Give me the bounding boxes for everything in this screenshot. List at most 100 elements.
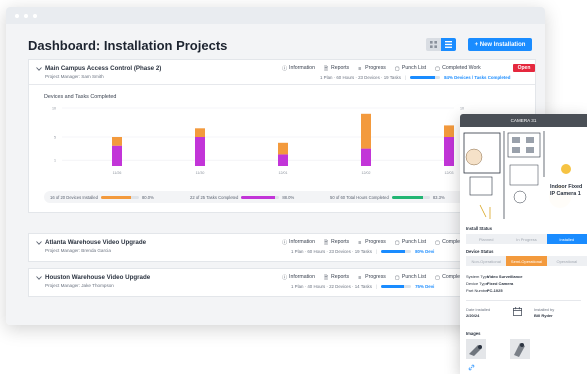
system-type-value: Video Surveillance	[487, 274, 523, 279]
panel-divider	[466, 300, 581, 301]
progress-link[interactable]: ≡ Progress	[358, 274, 386, 281]
stat-label: 16 of 20 Devices Installed	[50, 194, 98, 200]
progress-label: Progress	[365, 65, 386, 71]
y-tick-label: 10	[52, 107, 56, 111]
page-title: Dashboard: Installation Projects	[28, 38, 228, 53]
stat-fill	[241, 195, 275, 199]
status-badge[interactable]: Open	[513, 64, 535, 72]
x-tick-label: 12/03	[445, 171, 454, 175]
part-number-label: Part Number	[466, 288, 489, 293]
project-progress-bar	[410, 76, 441, 79]
grid-icon	[430, 41, 437, 48]
stat-percent: 83.3%	[432, 194, 445, 200]
chart-bar	[195, 137, 205, 166]
information-label: Information	[289, 239, 315, 245]
project-progress-fill	[381, 285, 404, 288]
date-installed-label: Date installed	[466, 307, 491, 312]
stat-percent: 80.0%	[141, 194, 154, 200]
chart-bar	[112, 145, 122, 166]
project-meta: 1 Plan · 40 Hours · 22 Devices · 14 Task…	[291, 284, 434, 289]
stat-fill	[100, 195, 132, 199]
link-icon[interactable]	[468, 364, 475, 371]
date-installed-value: 2/20/24	[466, 313, 480, 318]
completed-work-label: Complet	[442, 274, 462, 280]
reports-link[interactable]: 🗎 Reports	[323, 274, 350, 281]
clipboard-icon: ▢	[394, 275, 400, 281]
reports-label: Reports	[330, 274, 350, 280]
stats-row: 16 of 20 Devices Installed 80.0% 22 of 2…	[44, 191, 470, 203]
chart-bar	[444, 125, 454, 137]
project-name[interactable]: Atlanta Warehouse Video Upgrade	[45, 239, 146, 246]
chart-bar	[195, 128, 205, 137]
project-name[interactable]: Houston Warehouse Video Upgrade	[45, 274, 150, 281]
calendar-icon[interactable]	[513, 307, 522, 316]
info-icon: ⓘ	[282, 66, 288, 72]
grid-view-button[interactable]	[426, 38, 441, 51]
list-view-button[interactable]	[441, 38, 456, 51]
chevron-down-icon[interactable]	[36, 240, 42, 246]
project-meta: 1 Plan · 60 Hours · 23 Devices · 19 Task…	[320, 75, 510, 80]
window-dot[interactable]	[24, 13, 28, 18]
progress-label: Progress	[365, 239, 386, 245]
camera-photo-thumbnail[interactable]	[510, 339, 530, 359]
stat-label: 50 of 60 Total Hours Completed	[330, 194, 389, 200]
punch-list-label: Punch List	[401, 239, 427, 245]
clipboard-check-icon: ▢	[435, 275, 441, 281]
punch-list-link[interactable]: ▢ Punch List	[394, 274, 427, 281]
information-link[interactable]: ⓘ Information	[282, 239, 315, 246]
document-icon: 🗎	[323, 275, 329, 281]
project-links: ⓘ Information 🗎 Reports ≡ Progress ▢ Punch L…	[282, 274, 462, 281]
card-divider	[29, 84, 535, 85]
map-device-label-2: IP Camera 1	[550, 191, 581, 197]
completed-work-link[interactable]: ▢ Complet	[435, 239, 461, 246]
device-type-label: Device Type	[466, 281, 488, 286]
part-number-value: FC-1025	[487, 288, 503, 293]
chevron-down-icon[interactable]	[36, 275, 42, 281]
status-option-planned[interactable]: Planned	[466, 234, 507, 244]
reports-label: Reports	[330, 239, 350, 245]
status-option-in-progress[interactable]: In Progress	[506, 234, 547, 244]
punch-list-link[interactable]: ▢ Punch List	[395, 65, 426, 72]
device-option-semi-operational[interactable]: Semi-Operational	[506, 256, 547, 266]
information-label: Information	[289, 274, 315, 280]
device-status-label: Device Status	[466, 249, 494, 254]
part-number-row: Part NumberFC-1025	[466, 288, 503, 293]
progress-link[interactable]: ≡ Progress	[358, 239, 386, 246]
camera-photo-thumbnail[interactable]	[466, 339, 486, 359]
punch-list-label: Punch List	[401, 274, 427, 280]
chevron-down-icon[interactable]	[36, 66, 42, 72]
progress-link[interactable]: ≡ Progress	[358, 65, 386, 72]
project-name[interactable]: Main Campus Access Control (Phase 2)	[45, 65, 161, 72]
progress-label: Progress	[365, 274, 386, 280]
reports-link[interactable]: 🗎 Reports	[323, 239, 350, 246]
x-tick-label: 12/01	[279, 171, 288, 175]
floor-plan-map[interactable]	[460, 127, 587, 222]
device-option-non-operational[interactable]: Non-Operational	[466, 256, 507, 266]
information-label: Information	[289, 65, 315, 71]
status-option-installed[interactable]: Installed	[546, 234, 587, 244]
completed-work-link[interactable]: ▢ Completed Work	[435, 65, 481, 72]
completed-work-link[interactable]: ▢ Complet	[435, 274, 462, 281]
document-icon: 🗎	[323, 240, 329, 246]
images-label: Images	[466, 331, 481, 336]
new-installation-button[interactable]: + New Installation	[468, 38, 532, 51]
information-link[interactable]: ⓘ Information	[282, 65, 315, 72]
information-link[interactable]: ⓘ Information	[282, 274, 315, 281]
camera-detail-panel: CAMERA 31 Indoor Fixed IP Camera 1 Insta…	[460, 114, 587, 374]
punch-list-link[interactable]: ▢ Punch List	[395, 239, 427, 246]
camera-panel-title: CAMERA 31	[460, 114, 587, 127]
stat-tasks: 22 of 25 Tasks Completed 88.0%	[190, 195, 294, 200]
system-type-label: System Type	[466, 274, 490, 279]
installed-by-label: Installed by	[534, 307, 555, 312]
project-links: ⓘ Information 🗎 Reports ≡ Progress ▢ Punch L…	[282, 239, 461, 246]
device-option-operational[interactable]: Operational	[546, 256, 587, 266]
x-tick-label: 11/30	[196, 171, 205, 175]
list-icon	[445, 41, 452, 48]
window-dot[interactable]	[33, 13, 37, 18]
install-status-segmented: Planned In Progress Installed	[466, 234, 587, 244]
stat-percent: 88.0%	[282, 194, 295, 200]
window-dot[interactable]	[15, 13, 19, 18]
progress-icon: ≡	[358, 240, 362, 246]
devices-tasks-chart: 1010551111/2611/3012/0112/0212/03	[52, 107, 464, 176]
reports-link[interactable]: 🗎 Reports	[324, 65, 349, 72]
